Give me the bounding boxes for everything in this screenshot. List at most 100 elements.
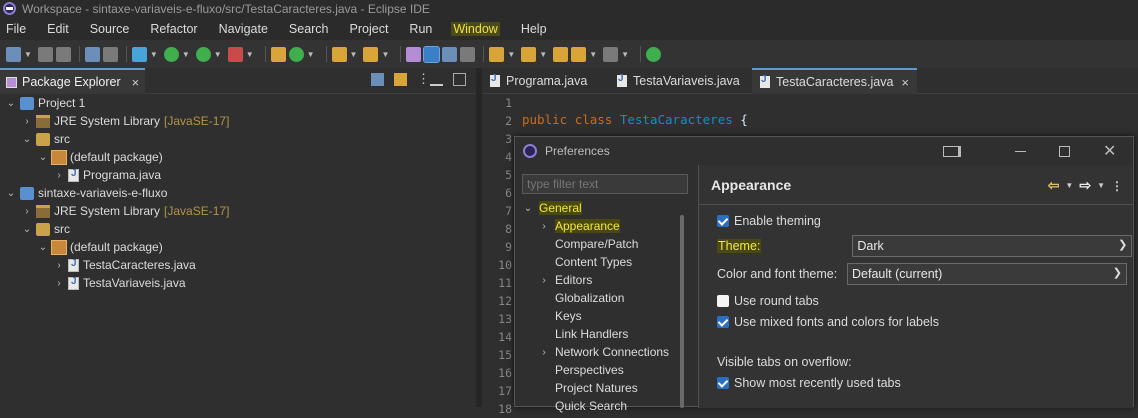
tree-item[interactable]: › JRE System Library [JavaSE-17]: [0, 202, 476, 220]
menu-edit[interactable]: Edit: [47, 22, 69, 36]
menu-project[interactable]: Project: [350, 22, 389, 36]
forward-arrow-icon[interactable]: ⇨: [1079, 177, 1091, 194]
search-icon[interactable]: [363, 46, 379, 62]
tree-item[interactable]: ⌄ src: [0, 130, 476, 148]
preferences-tree-item[interactable]: › Appearance: [523, 217, 683, 235]
open-perspective-icon[interactable]: [646, 46, 662, 62]
next-annotation-dropdown-icon[interactable]: ▼: [507, 50, 515, 59]
chevron-down-icon[interactable]: ⌄: [38, 242, 48, 253]
checkbox-box[interactable]: [717, 215, 729, 227]
preferences-tree-item[interactable]: › Network Connections: [523, 343, 683, 361]
maximize-icon[interactable]: [1059, 137, 1070, 165]
tree-item[interactable]: ⌄ (default package): [0, 148, 476, 166]
tab-testavariaveis-java[interactable]: TestaVariaveis.java: [609, 68, 748, 94]
chevron-right-icon[interactable]: ›: [539, 275, 549, 286]
checkbox-box[interactable]: [717, 295, 729, 307]
menu-file[interactable]: File: [6, 22, 26, 36]
run-icon[interactable]: [163, 46, 179, 62]
chevron-right-icon[interactable]: ›: [22, 116, 32, 127]
search-dropdown-icon[interactable]: ▼: [381, 50, 389, 59]
save-icon[interactable]: [37, 46, 53, 62]
filter-input[interactable]: type filter text: [522, 174, 688, 194]
chevron-right-icon[interactable]: ›: [54, 260, 64, 271]
new-java-project-icon[interactable]: [270, 46, 286, 62]
new-icon[interactable]: [6, 46, 21, 62]
enable-theming-checkbox[interactable]: Enable theming: [717, 211, 1133, 231]
tree-item[interactable]: › TestaVariaveis.java: [0, 274, 476, 292]
menu-run[interactable]: Run: [409, 22, 432, 36]
next-annotation-icon[interactable]: [489, 46, 505, 62]
open-type-dropdown-icon[interactable]: ▼: [350, 50, 358, 59]
checkbox-box[interactable]: [717, 316, 729, 328]
chevron-down-icon[interactable]: ⌄: [22, 134, 32, 145]
mixed-fonts-checkbox[interactable]: Use mixed fonts and colors for labels: [717, 312, 939, 332]
back-icon[interactable]: [571, 46, 587, 62]
last-edit-location-icon[interactable]: [553, 46, 569, 62]
preferences-tree-item[interactable]: ⌄ General: [523, 199, 683, 217]
tree-item[interactable]: ⌄ (default package): [0, 238, 476, 256]
minimize-icon[interactable]: [1015, 137, 1029, 165]
chevron-right-icon[interactable]: ›: [54, 170, 64, 181]
chevron-down-icon[interactable]: ▼: [1065, 181, 1073, 190]
preferences-tree-item[interactable]: Link Handlers: [523, 325, 683, 343]
skip-breakpoints-icon[interactable]: [102, 46, 118, 62]
tab-programa-java[interactable]: Programa.java: [482, 68, 595, 94]
collapse-all-icon[interactable]: [371, 73, 384, 86]
coverage-dropdown-icon[interactable]: ▼: [214, 50, 222, 59]
checkbox-box[interactable]: [717, 377, 729, 389]
coverage-icon[interactable]: [195, 46, 211, 62]
tree-item[interactable]: ⌄ src: [0, 220, 476, 238]
save-all-icon[interactable]: [55, 46, 71, 62]
view-menu-icon[interactable]: ⋮: [1111, 179, 1123, 193]
preferences-tree-item[interactable]: Globalization: [523, 289, 683, 307]
mark-occurrences-icon[interactable]: [423, 45, 441, 63]
block-selection-icon[interactable]: [442, 46, 458, 62]
tablet-mode-icon[interactable]: [943, 137, 961, 165]
chevron-down-icon[interactable]: ⌄: [38, 152, 48, 163]
menu-search[interactable]: Search: [289, 22, 329, 36]
new-class-icon[interactable]: [288, 46, 304, 62]
chevron-right-icon[interactable]: ›: [22, 206, 32, 217]
recent-tabs-checkbox[interactable]: Show most recently used tabs: [717, 373, 901, 393]
menu-refactor[interactable]: Refactor: [150, 22, 197, 36]
theme-select[interactable]: Dark ❯: [852, 235, 1133, 257]
open-type-icon[interactable]: [331, 46, 347, 62]
link-with-editor-icon[interactable]: [394, 73, 407, 86]
close-icon[interactable]: ×: [132, 75, 140, 90]
external-tools-icon[interactable]: [227, 46, 243, 62]
preferences-tree-item[interactable]: Project Natures: [523, 379, 683, 397]
preferences-tree-item[interactable]: Keys: [523, 307, 683, 325]
tree-item[interactable]: ⌄ sintaxe-variaveis-e-fluxo: [0, 184, 476, 202]
tree-scrollbar[interactable]: [680, 215, 684, 408]
external-tools-dropdown-icon[interactable]: ▼: [246, 50, 254, 59]
menu-window[interactable]: Window: [451, 22, 500, 36]
minimize-icon[interactable]: [430, 83, 443, 86]
new-dropdown-icon[interactable]: ▼: [24, 50, 32, 59]
chevron-down-icon[interactable]: ⌄: [22, 224, 32, 235]
preferences-tree-item[interactable]: Perspectives: [523, 361, 683, 379]
chevron-right-icon[interactable]: ›: [539, 347, 549, 358]
tree-item[interactable]: ⌄ Project 1: [0, 94, 476, 112]
tree-item[interactable]: › TestaCaracteres.java: [0, 256, 476, 274]
forward-icon[interactable]: [603, 46, 619, 62]
chevron-right-icon[interactable]: ›: [54, 278, 64, 289]
chevron-right-icon[interactable]: ›: [539, 221, 549, 232]
preferences-tree-item[interactable]: Content Types: [523, 253, 683, 271]
debug-dropdown-icon[interactable]: ▼: [150, 50, 158, 59]
previous-annotation-icon[interactable]: [521, 46, 537, 62]
chevron-down-icon[interactable]: ⌄: [6, 188, 16, 199]
tab-package-explorer[interactable]: Package Explorer ×: [0, 68, 146, 94]
menu-source[interactable]: Source: [90, 22, 130, 36]
maximize-icon[interactable]: [453, 73, 466, 86]
debug-icon[interactable]: [131, 46, 147, 62]
back-dropdown-icon[interactable]: ▼: [589, 50, 597, 59]
code-line-2[interactable]: public class TestaCaracteres {: [522, 112, 748, 127]
new-class-dropdown-icon[interactable]: ▼: [307, 50, 315, 59]
tree-item[interactable]: › Programa.java: [0, 166, 476, 184]
show-whitespace-icon[interactable]: [460, 46, 476, 62]
back-arrow-icon[interactable]: ⇦: [1048, 177, 1060, 194]
close-icon[interactable]: ✕: [1103, 137, 1116, 165]
forward-dropdown-icon[interactable]: ▼: [621, 50, 629, 59]
menu-help[interactable]: Help: [521, 22, 547, 36]
preferences-tree-item[interactable]: Compare/Patch: [523, 235, 683, 253]
